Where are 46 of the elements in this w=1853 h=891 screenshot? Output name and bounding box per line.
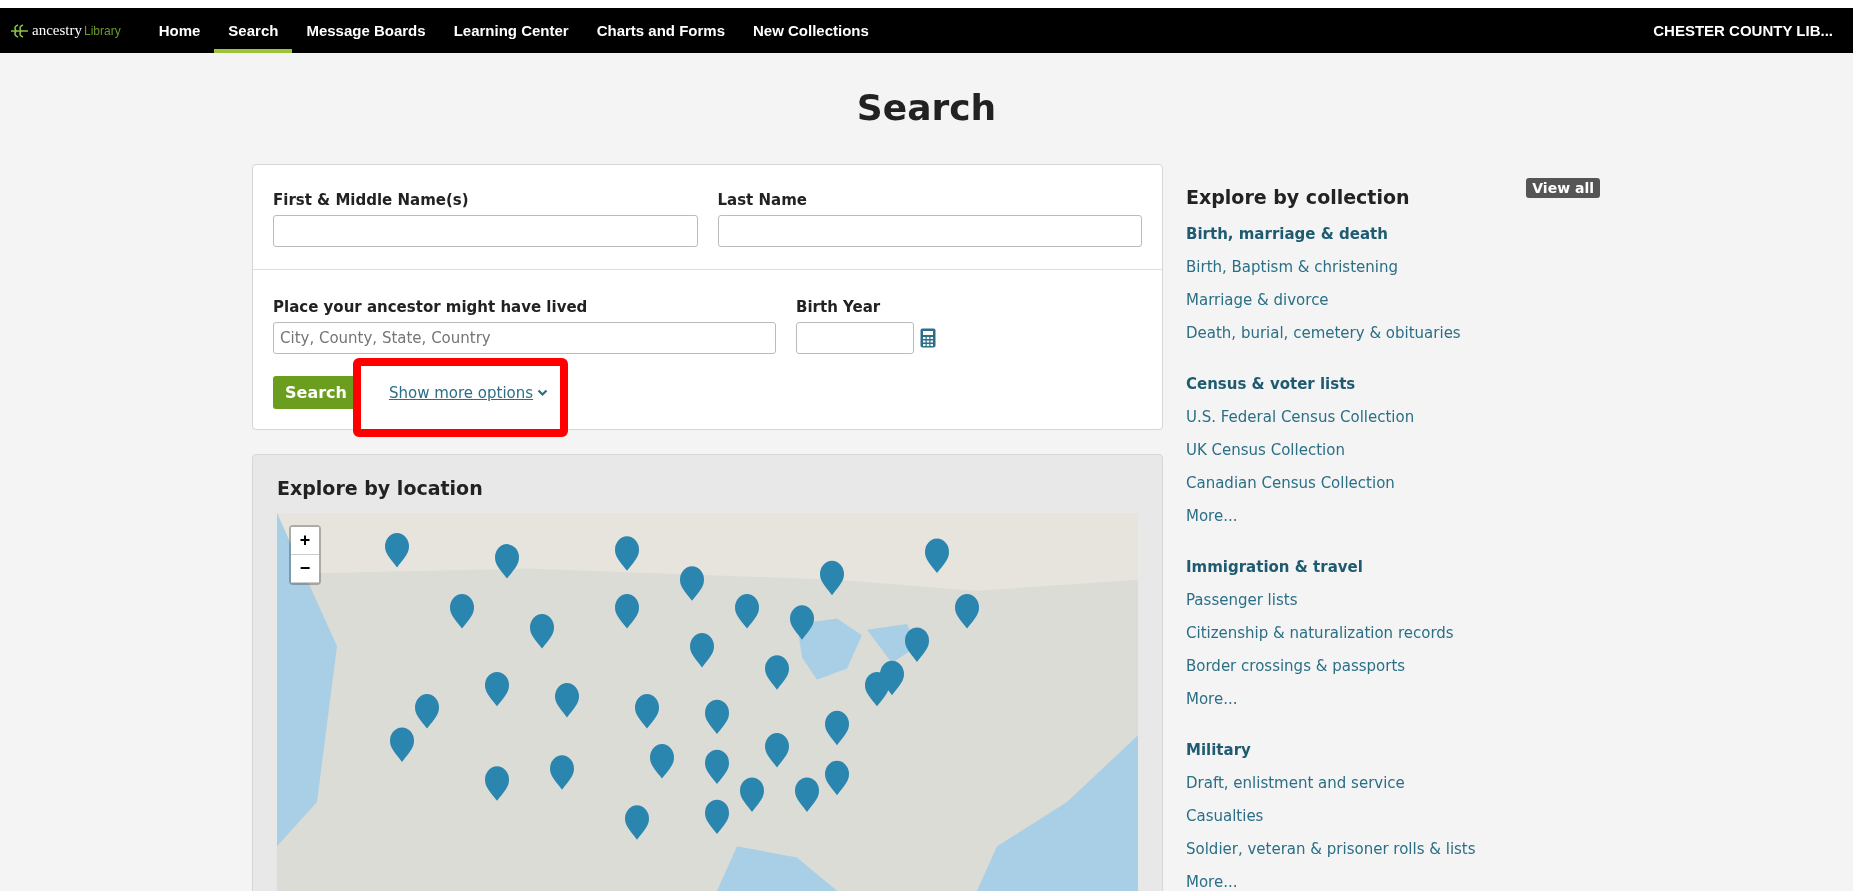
field-label: Birth Year [796, 298, 882, 316]
field-label: Place your ancestor might have lived [273, 298, 589, 316]
collection-link[interactable]: Citizenship & naturalization records [1186, 617, 1600, 650]
input-field[interactable]: City, County, State, Country [273, 322, 776, 354]
section-title: Explore by location [277, 477, 484, 499]
page-title: Search [855, 87, 998, 128]
logo-text[interactable]: ancestry [32, 22, 82, 39]
nav-tab[interactable]: Search [214, 8, 293, 53]
collection-link[interactable]: Passenger lists [1186, 584, 1600, 617]
category-link[interactable]: Census & voter lists [1186, 368, 1600, 401]
collection-link[interactable]: Soldier, veteran & prisoner rolls & lists [1186, 833, 1600, 866]
calculator-icon[interactable] [920, 328, 936, 348]
leaf-icon [10, 23, 30, 38]
chevron-down-icon[interactable] [537, 388, 549, 397]
collection-link[interactable]: Draft, enlistment and service [1186, 767, 1600, 800]
nav-tab[interactable]: New Collections [739, 8, 883, 53]
field-label: Last Name [717, 191, 808, 209]
nav-tab[interactable]: Home [144, 8, 215, 53]
category-link[interactable]: Immigration & travel [1186, 551, 1600, 584]
category-link[interactable]: Birth, marriage & death [1186, 218, 1600, 251]
logo-subtitle: Library [84, 23, 121, 38]
more-options-link[interactable]: Show more options [388, 383, 534, 402]
account-link[interactable]: CHESTER COUNTY LIB... [1653, 22, 1833, 39]
view-all-button[interactable]: View all [1526, 178, 1600, 198]
collection-link[interactable]: Birth, Baptism & christening [1186, 251, 1600, 284]
zoom-in-button[interactable]: + [291, 527, 319, 555]
collection-link[interactable]: Death, burial, cemetery & obituaries [1186, 317, 1600, 350]
collection-link[interactable]: Canadian Census Collection [1186, 467, 1600, 500]
collection-link[interactable]: More... [1186, 866, 1600, 891]
zoom-out-button[interactable]: − [291, 555, 319, 583]
nav-tab[interactable]: Message Boards [292, 8, 440, 53]
nav-tab[interactable]: Learning Center [439, 8, 583, 53]
collection-link[interactable]: Border crossings & passports [1186, 650, 1600, 683]
nav-tab[interactable]: Charts and Forms [582, 8, 739, 53]
collection-link[interactable]: U.S. Federal Census Collection [1186, 401, 1600, 434]
collection-link[interactable]: More... [1186, 683, 1600, 716]
input-field[interactable] [273, 215, 698, 247]
collection-link[interactable]: UK Census Collection [1186, 434, 1600, 467]
field-label: First & Middle Name(s) [273, 191, 470, 209]
input-field[interactable] [717, 215, 1142, 247]
collection-link[interactable]: More... [1186, 500, 1600, 533]
collection-link[interactable]: Marriage & divorce [1186, 284, 1600, 317]
input-field[interactable] [796, 322, 914, 354]
category-link[interactable]: Military [1186, 734, 1600, 767]
collection-link[interactable]: Casualties [1186, 800, 1600, 833]
section-title: Explore by collection [1186, 186, 1410, 208]
